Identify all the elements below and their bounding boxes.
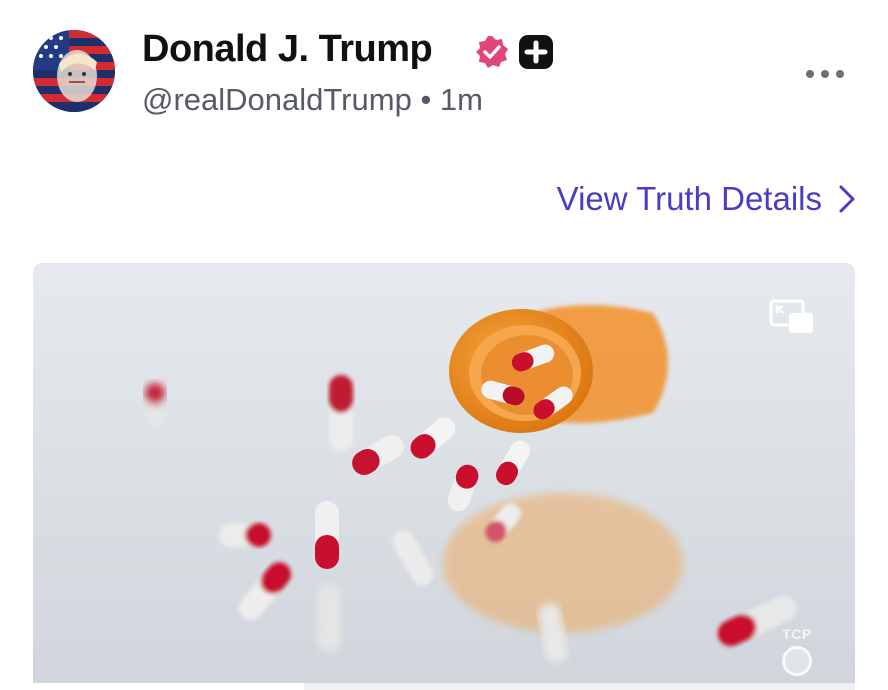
watermark-logo-icon xyxy=(782,646,812,676)
post-header: Donald J. Trump @realDonaldTrump • 1m xyxy=(0,0,888,140)
chevron-right-icon xyxy=(839,185,855,213)
author-handle[interactable]: @realDonaldTrump xyxy=(142,82,412,117)
video-progress-fill xyxy=(33,683,305,690)
more-dot xyxy=(836,70,844,78)
view-truth-details-link[interactable]: View Truth Details xyxy=(557,180,858,218)
author-badges xyxy=(474,34,554,70)
video-progress-bar[interactable] xyxy=(33,683,855,690)
watermark-text: TCP xyxy=(782,626,812,642)
tcp-watermark: TCP xyxy=(773,626,821,676)
avatar[interactable] xyxy=(33,30,115,112)
picture-in-picture-icon[interactable] xyxy=(769,299,815,335)
verified-badge-icon xyxy=(476,36,508,68)
post-time: 1m xyxy=(439,82,483,117)
handle-row: @realDonaldTrump • 1m xyxy=(142,82,483,118)
video-player[interactable]: TCP xyxy=(33,263,855,690)
separator-dot: • xyxy=(420,82,432,117)
more-dot xyxy=(821,70,829,78)
pill-bottle xyxy=(449,305,668,433)
view-truth-details-label: View Truth Details xyxy=(556,180,822,217)
more-options-icon[interactable] xyxy=(806,62,850,86)
plus-badge-icon xyxy=(519,35,553,69)
author-name[interactable]: Donald J. Trump xyxy=(142,28,433,71)
video-frame-pills xyxy=(33,263,855,690)
more-dot xyxy=(806,70,814,78)
